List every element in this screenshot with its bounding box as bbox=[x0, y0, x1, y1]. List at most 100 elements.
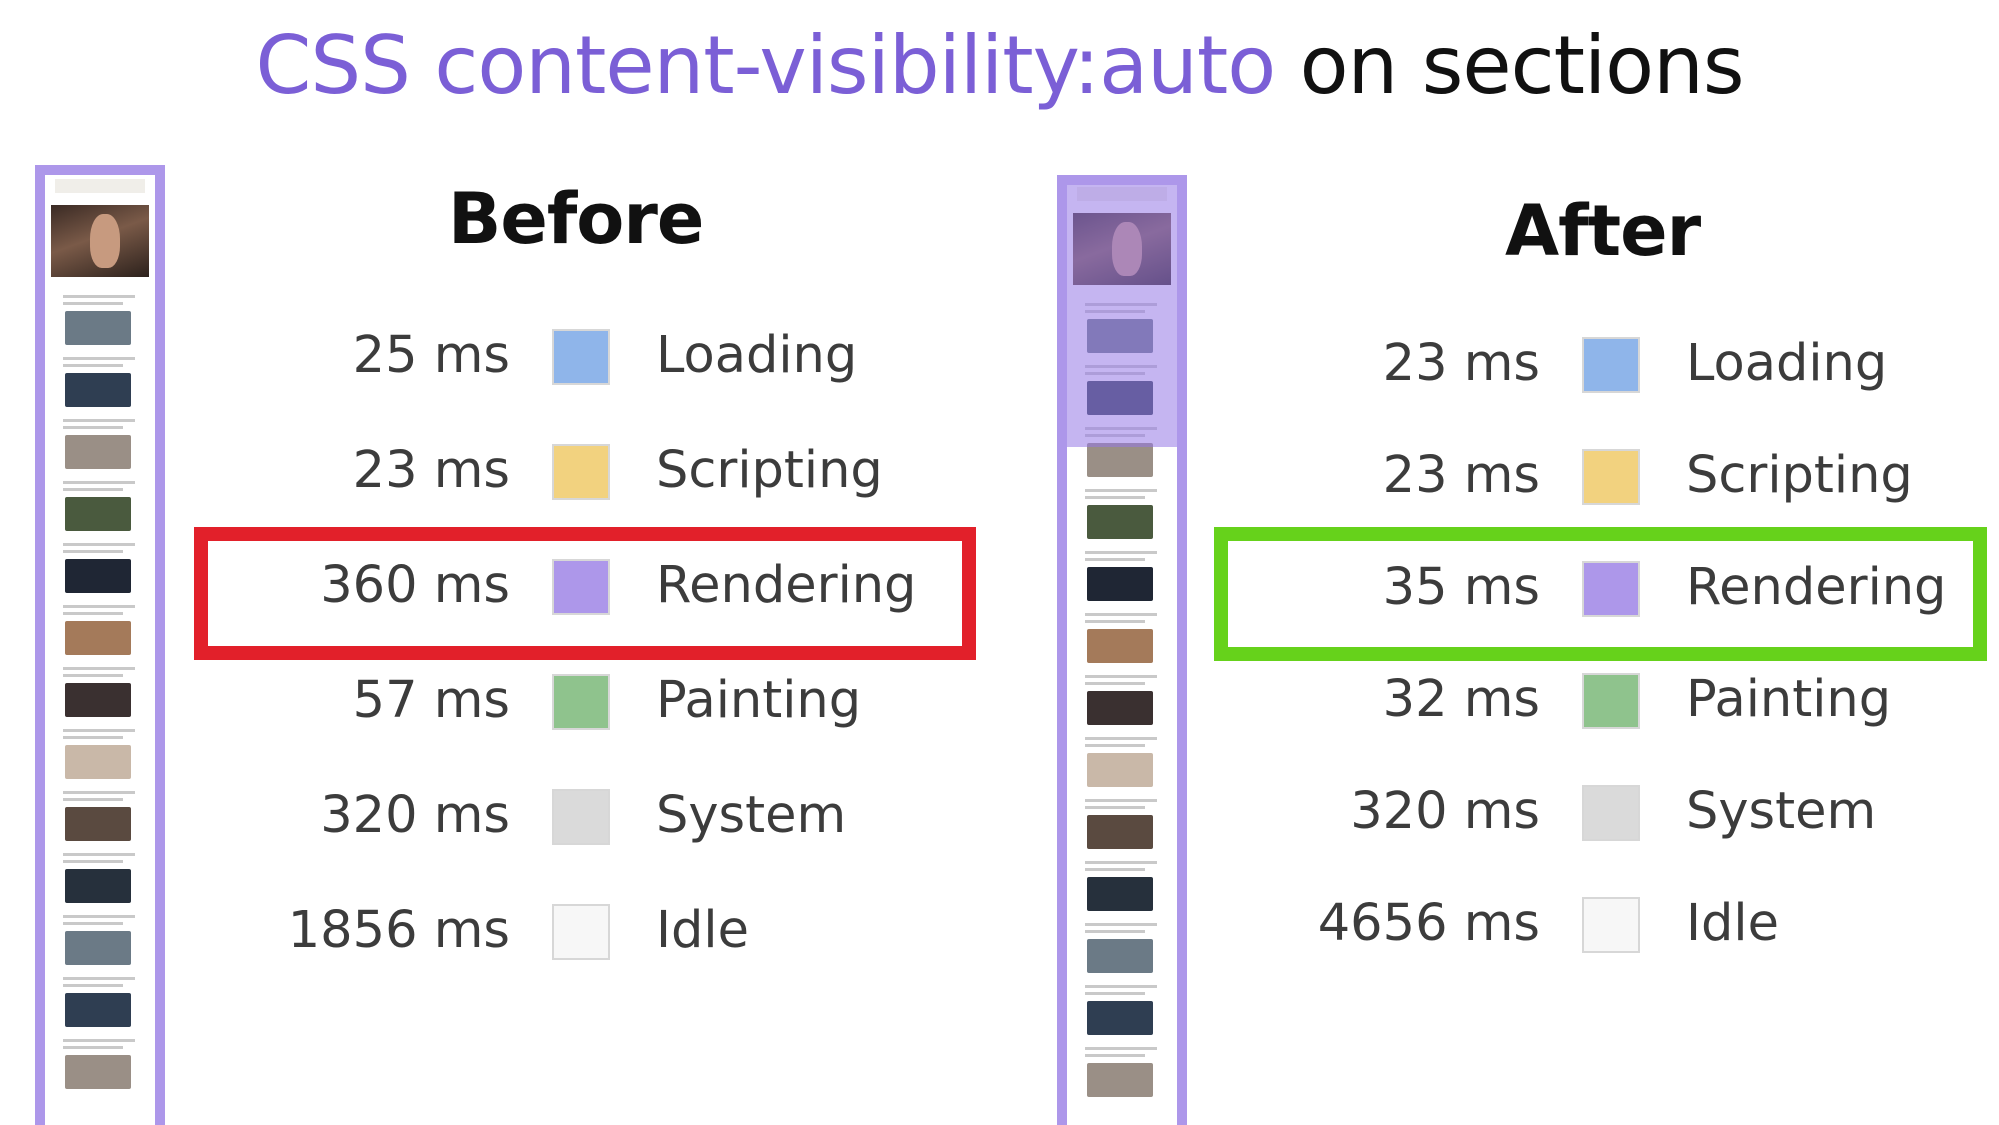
text-line bbox=[1085, 682, 1145, 685]
section-image bbox=[1087, 939, 1153, 973]
text-line bbox=[1085, 496, 1145, 499]
text-line bbox=[1085, 923, 1157, 926]
value-label: 25 ms bbox=[352, 326, 510, 385]
page-thumbnail-before bbox=[35, 165, 165, 1125]
text-line bbox=[1085, 558, 1145, 561]
color-swatch bbox=[1582, 337, 1640, 393]
text-line bbox=[1085, 985, 1157, 988]
category-label: Idle bbox=[1686, 894, 1779, 953]
text-line bbox=[63, 543, 135, 546]
text-line bbox=[63, 426, 123, 429]
value-label: 320 ms bbox=[1350, 782, 1540, 841]
legend-row-painting: 57 ms Painting bbox=[270, 671, 970, 741]
color-swatch bbox=[552, 904, 610, 960]
text-line bbox=[1085, 620, 1145, 623]
color-swatch bbox=[552, 329, 610, 385]
category-label: Painting bbox=[656, 671, 862, 730]
text-line bbox=[63, 357, 135, 360]
value-label: 1856 ms bbox=[287, 901, 510, 960]
text-line bbox=[1085, 613, 1157, 616]
text-line bbox=[63, 550, 123, 553]
text-line bbox=[63, 1046, 123, 1049]
text-line bbox=[63, 295, 135, 298]
section-image bbox=[65, 559, 131, 593]
section-image bbox=[1087, 443, 1153, 477]
section-image bbox=[65, 993, 131, 1027]
legend-row-painting: 32 ms Painting bbox=[1300, 670, 1980, 740]
category-label: Loading bbox=[1686, 334, 1888, 393]
text-line bbox=[63, 729, 135, 732]
value-label: 320 ms bbox=[320, 786, 510, 845]
section-image bbox=[65, 931, 131, 965]
text-line bbox=[1085, 799, 1157, 802]
thumbnail-content bbox=[45, 175, 155, 1125]
legend-row-idle: 1856 ms Idle bbox=[270, 901, 970, 971]
before-heading: Before bbox=[448, 178, 704, 260]
text-line bbox=[1085, 992, 1145, 995]
color-swatch bbox=[1582, 897, 1640, 953]
section-image bbox=[1087, 629, 1153, 663]
text-line bbox=[1085, 489, 1157, 492]
section-image bbox=[1087, 691, 1153, 725]
section-image bbox=[65, 745, 131, 779]
text-line bbox=[63, 977, 135, 980]
section-image bbox=[65, 621, 131, 655]
text-line bbox=[63, 667, 135, 670]
text-line bbox=[63, 605, 135, 608]
category-label: Idle bbox=[656, 901, 749, 960]
category-label: Scripting bbox=[1686, 446, 1913, 505]
section-image bbox=[65, 373, 131, 407]
text-line bbox=[63, 922, 123, 925]
section-image bbox=[65, 311, 131, 345]
value-label: 32 ms bbox=[1382, 670, 1540, 729]
value-label: 23 ms bbox=[1382, 446, 1540, 505]
text-line bbox=[63, 302, 123, 305]
section-image bbox=[65, 1055, 131, 1089]
hero-image bbox=[51, 205, 149, 277]
legend-row-loading: 23 ms Loading bbox=[1300, 334, 1980, 404]
page-thumbnail-after bbox=[1057, 175, 1187, 1125]
legend-row-loading: 25 ms Loading bbox=[270, 326, 970, 396]
color-swatch bbox=[552, 444, 610, 500]
value-label: 23 ms bbox=[352, 441, 510, 500]
section-image bbox=[1087, 1001, 1153, 1035]
visible-section-overlay bbox=[1067, 185, 1177, 447]
text-line bbox=[63, 736, 123, 739]
text-line bbox=[63, 984, 123, 987]
legend-row-idle: 4656 ms Idle bbox=[1300, 894, 1980, 964]
section-image bbox=[1087, 815, 1153, 849]
category-label: Painting bbox=[1686, 670, 1892, 729]
text-line bbox=[63, 419, 135, 422]
text-line bbox=[1085, 737, 1157, 740]
before-rendering-highlight bbox=[194, 527, 976, 660]
legend-row-system: 320 ms System bbox=[270, 786, 970, 856]
color-swatch bbox=[552, 789, 610, 845]
text-line bbox=[1085, 868, 1145, 871]
text-line bbox=[63, 1039, 135, 1042]
section-image bbox=[65, 869, 131, 903]
section-image bbox=[1087, 505, 1153, 539]
category-label: Loading bbox=[656, 326, 858, 385]
text-line bbox=[1085, 1047, 1157, 1050]
text-line bbox=[63, 364, 123, 367]
value-label: 57 ms bbox=[352, 671, 510, 730]
text-line bbox=[63, 674, 123, 677]
title-rest: on sections bbox=[1299, 19, 1745, 112]
section-image bbox=[1087, 753, 1153, 787]
text-line bbox=[63, 798, 123, 801]
section-image bbox=[65, 683, 131, 717]
text-line bbox=[1085, 551, 1157, 554]
text-line bbox=[1085, 806, 1145, 809]
text-line bbox=[1085, 675, 1157, 678]
text-line bbox=[63, 860, 123, 863]
text-line bbox=[63, 791, 135, 794]
section-image bbox=[1087, 877, 1153, 911]
value-label: 23 ms bbox=[1382, 334, 1540, 393]
section-image bbox=[1087, 1063, 1153, 1097]
color-swatch bbox=[1582, 785, 1640, 841]
after-heading: After bbox=[1505, 190, 1701, 272]
text-line bbox=[1085, 744, 1145, 747]
section-image bbox=[65, 497, 131, 531]
value-label: 4656 ms bbox=[1317, 894, 1540, 953]
section-image bbox=[65, 807, 131, 841]
